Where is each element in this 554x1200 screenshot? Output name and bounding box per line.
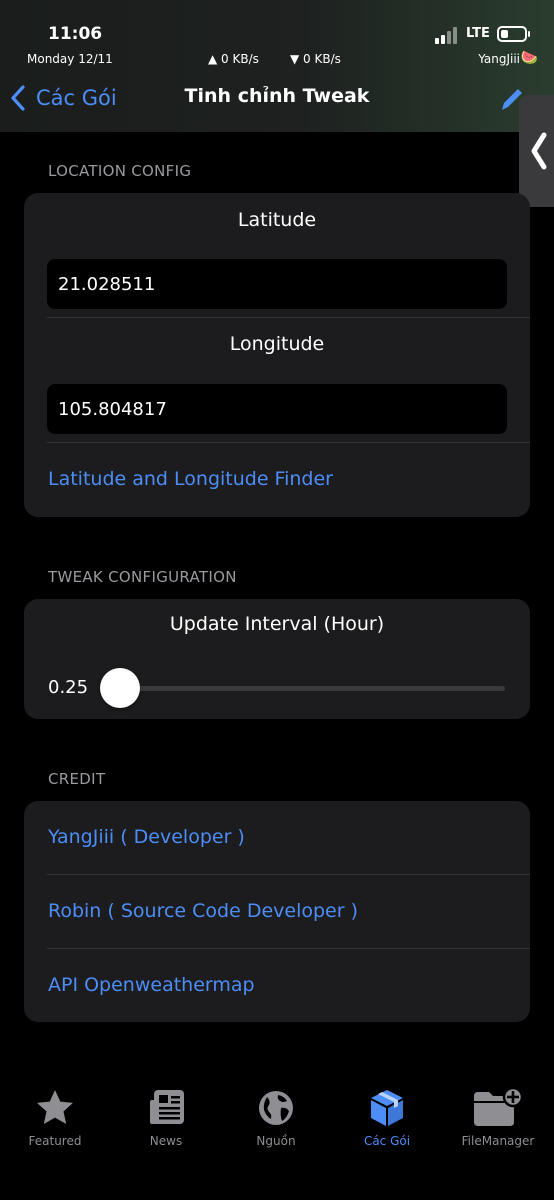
tab-featured[interactable]: Featured bbox=[0, 1086, 110, 1148]
section-header-location: LOCATION CONFIG bbox=[48, 162, 192, 180]
divider bbox=[47, 317, 530, 318]
tab-bar: Featured News Nguồn Các Gói FileManager bbox=[0, 1070, 554, 1200]
section-header-tweak: TWEAK CONFIGURATION bbox=[48, 568, 237, 586]
package-icon bbox=[371, 1090, 403, 1126]
page-title: Tinh chỉnh Tweak bbox=[184, 85, 370, 107]
credit-item-openweathermap[interactable]: API Openweathermap bbox=[48, 974, 255, 996]
credit-card: YangJiii ( Developer ) Robin ( Source Co… bbox=[24, 801, 530, 1022]
signal-icon bbox=[435, 26, 459, 44]
tweak-config-card: Update Interval (Hour) 0.25 bbox=[24, 599, 530, 719]
tab-label: Các Gói bbox=[363, 1134, 411, 1148]
navigation-header: 11:06 Monday 12/11 ▲ 0 KB/s ▼ 0 KB/s Yan… bbox=[0, 0, 554, 132]
battery-icon bbox=[497, 26, 530, 42]
upload-speed: ▲ 0 KB/s bbox=[208, 52, 259, 66]
folder-add-icon bbox=[474, 1086, 524, 1126]
status-date: Monday 12/11 bbox=[27, 52, 113, 66]
tab-news[interactable]: News bbox=[111, 1086, 221, 1148]
credit-item-robin[interactable]: Robin ( Source Code Developer ) bbox=[48, 900, 358, 922]
longitude-input[interactable] bbox=[47, 384, 507, 434]
newspaper-icon bbox=[150, 1090, 184, 1124]
watermelon-icon: 🍉 bbox=[520, 50, 538, 66]
tab-label: FileManager bbox=[461, 1134, 535, 1148]
tab-file-manager[interactable]: FileManager bbox=[443, 1086, 553, 1148]
status-time: 11:06 bbox=[48, 24, 103, 44]
tab-packages[interactable]: Các Gói bbox=[332, 1086, 442, 1148]
globe-icon bbox=[259, 1091, 293, 1125]
star-icon bbox=[37, 1090, 73, 1124]
status-user: YangJiii bbox=[478, 52, 520, 66]
tab-label: News bbox=[149, 1134, 183, 1148]
divider bbox=[47, 948, 530, 949]
latitude-input[interactable] bbox=[47, 259, 507, 309]
longitude-label: Longitude bbox=[229, 333, 325, 355]
location-config-card: Latitude Longitude Latitude and Longitud… bbox=[24, 193, 530, 517]
update-interval-label: Update Interval (Hour) bbox=[169, 613, 385, 635]
update-interval-slider-thumb[interactable] bbox=[100, 668, 140, 708]
tab-label: Nguồn bbox=[256, 1134, 296, 1148]
chevron-left-icon bbox=[531, 132, 547, 170]
update-interval-slider-track[interactable] bbox=[102, 686, 505, 691]
side-drawer-handle[interactable] bbox=[519, 95, 554, 207]
tab-sources[interactable]: Nguồn bbox=[221, 1086, 331, 1148]
lat-long-finder-link[interactable]: Latitude and Longitude Finder bbox=[48, 468, 333, 490]
network-type: LTE bbox=[466, 26, 490, 41]
credit-item-yangjiii[interactable]: YangJiii ( Developer ) bbox=[48, 826, 245, 848]
latitude-label: Latitude bbox=[237, 209, 317, 231]
update-interval-value: 0.25 bbox=[48, 677, 89, 698]
divider bbox=[47, 442, 530, 443]
download-speed: ▼ 0 KB/s bbox=[290, 52, 341, 66]
divider bbox=[47, 874, 530, 875]
tab-label: Featured bbox=[28, 1134, 82, 1148]
section-header-credit: CREDIT bbox=[48, 770, 106, 788]
